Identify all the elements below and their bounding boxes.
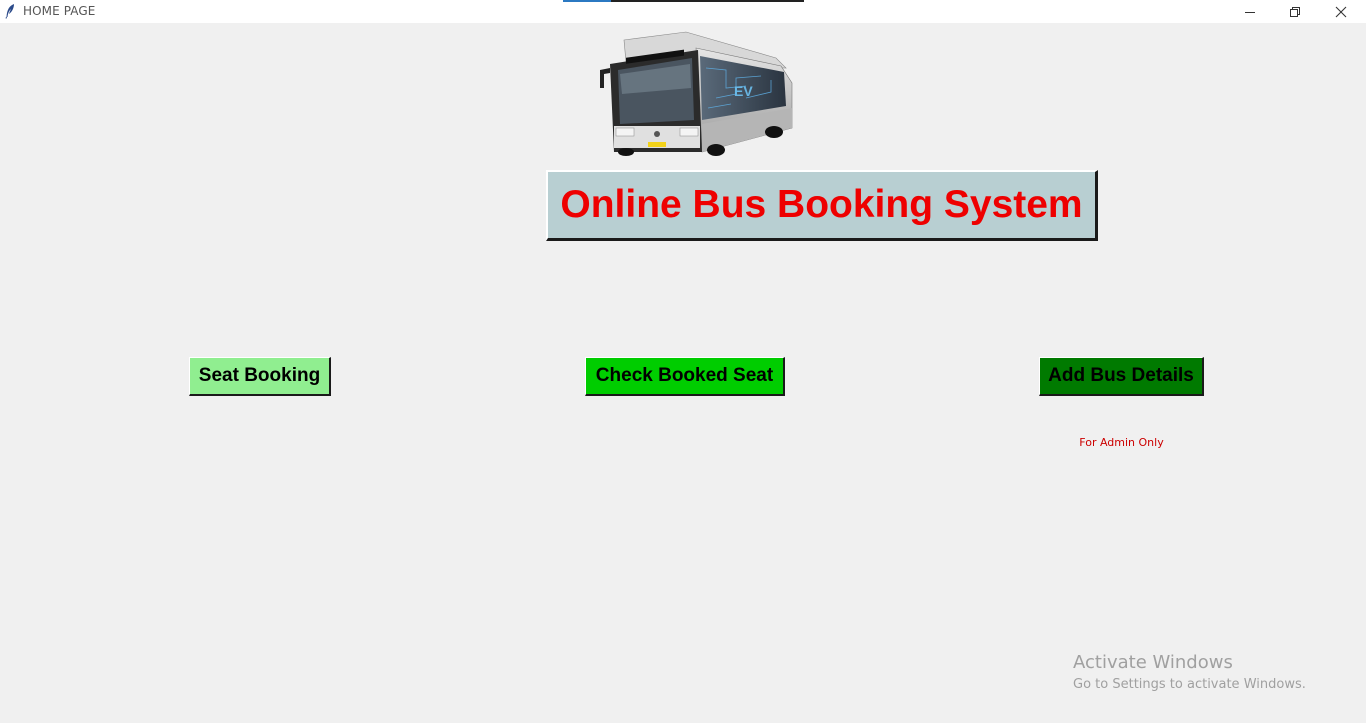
- svg-text:EV: EV: [734, 83, 753, 99]
- close-button[interactable]: [1318, 0, 1364, 23]
- restore-icon: [1290, 6, 1300, 17]
- seat-booking-button[interactable]: Seat Booking: [189, 357, 331, 396]
- title-banner: Online Bus Booking System: [546, 170, 1098, 241]
- close-icon: [1335, 6, 1347, 17]
- page-title: Online Bus Booking System: [560, 183, 1083, 226]
- add-bus-details-button[interactable]: Add Bus Details: [1039, 357, 1204, 396]
- taskbar-accent-highlight: [563, 0, 611, 2]
- title-bar[interactable]: HOME PAGE: [0, 0, 1366, 23]
- bus-image: EV: [600, 31, 793, 156]
- activation-watermark-subtitle: Go to Settings to activate Windows.: [1073, 677, 1306, 692]
- window-title: HOME PAGE: [23, 4, 96, 18]
- activation-watermark-title: Activate Windows: [1073, 652, 1233, 673]
- check-booked-seat-button[interactable]: Check Booked Seat: [585, 357, 785, 396]
- admin-only-note: For Admin Only: [1079, 436, 1164, 449]
- minimize-icon: [1245, 11, 1255, 13]
- feather-icon: [5, 4, 14, 19]
- restore-button[interactable]: [1272, 0, 1318, 23]
- app-window: HOME PAGE EV Online Bus Booking System S…: [0, 0, 1366, 723]
- minimize-button[interactable]: [1227, 0, 1273, 23]
